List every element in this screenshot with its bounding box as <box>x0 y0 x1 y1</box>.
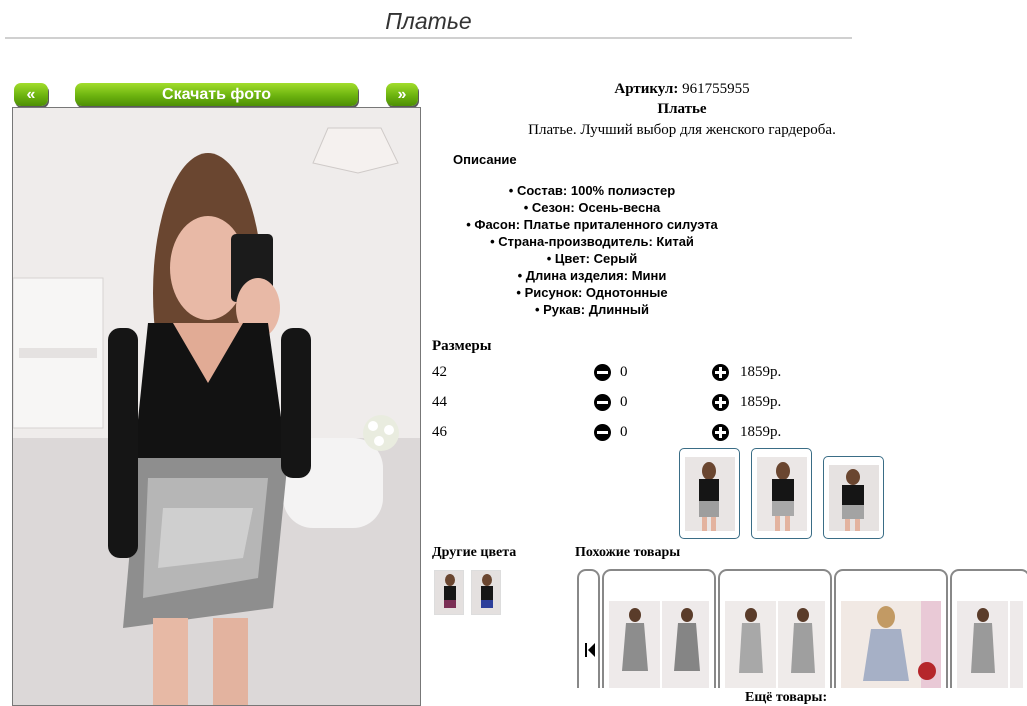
size-row: 42 0 1859р. <box>432 362 812 384</box>
similar-product-card[interactable] <box>718 569 832 688</box>
similar-product-image <box>609 601 709 688</box>
product-tagline: Платье. Лучший выбор для женского гардер… <box>528 122 836 138</box>
size-label: 44 <box>432 394 447 410</box>
other-colors-heading: Другие цвета <box>432 545 517 560</box>
similar-products-heading: Похожие товары <box>575 545 681 560</box>
other-color-thumbnail[interactable] <box>434 570 464 615</box>
download-photo-button[interactable]: Скачать фото <box>75 83 358 106</box>
main-product-photo <box>12 107 421 706</box>
description-item: Сезон: Осень-весна <box>432 199 752 216</box>
page-title: Платье <box>5 6 852 39</box>
similar-product-card[interactable] <box>834 569 948 688</box>
size-row: 46 0 1859р. <box>432 422 812 444</box>
description-item: Страна-производитель: Китай <box>432 233 752 250</box>
photo-thumbnail[interactable] <box>823 456 884 539</box>
product-name: Платье <box>657 101 707 117</box>
description-item: Рисунок: Однотонные <box>432 284 752 301</box>
more-products-label: Ещё товары: <box>745 690 828 705</box>
photo-thumbnail[interactable] <box>679 448 740 539</box>
size-quantity: 0 <box>620 424 628 440</box>
plus-circle-icon[interactable] <box>712 424 729 441</box>
minus-circle-icon[interactable] <box>594 424 611 441</box>
sizes-heading: Размеры <box>432 338 492 354</box>
description-item: Длина изделия: Мини <box>432 267 752 284</box>
carousel-first-button[interactable] <box>577 569 600 688</box>
article-value: 961755955 <box>682 81 750 97</box>
product-info: Артикул: 961755955 Платье Платье. Лучший… <box>432 80 932 141</box>
description-item: Рукав: Длинный <box>432 301 752 318</box>
minus-circle-icon[interactable] <box>594 364 611 381</box>
similar-product-image <box>841 601 941 688</box>
prev-photo-button[interactable]: « <box>14 83 48 106</box>
size-price: 1859р. <box>740 364 782 380</box>
minus-circle-icon[interactable] <box>594 394 611 411</box>
skip-first-icon <box>585 643 595 657</box>
next-photo-button[interactable]: » <box>386 83 418 106</box>
other-color-thumbnail[interactable] <box>471 570 501 615</box>
size-label: 42 <box>432 364 447 380</box>
similar-product-card[interactable] <box>602 569 716 688</box>
description-item: Цвет: Серый <box>432 250 752 267</box>
size-label: 46 <box>432 424 447 440</box>
description-item: Состав: 100% полиэстер <box>432 182 752 199</box>
plus-circle-icon[interactable] <box>712 394 729 411</box>
thumbnail-image <box>829 465 879 531</box>
thumbnail-image <box>685 457 735 531</box>
similar-product-image <box>957 601 1023 688</box>
similar-product-card[interactable] <box>950 569 1027 688</box>
thumbnail-image <box>757 457 807 531</box>
photo-thumbnail[interactable] <box>751 448 812 539</box>
article-label: Артикул: <box>614 81 679 97</box>
description-item: Фасон: Платье приталенного силуэта <box>432 216 752 233</box>
size-price: 1859р. <box>740 394 782 410</box>
description-heading: Описание <box>453 152 517 167</box>
article-line: Артикул: 961755955 <box>432 80 932 99</box>
size-row: 44 0 1859р. <box>432 392 812 414</box>
description-list: Состав: 100% полиэстер Сезон: Осень-весн… <box>432 182 752 318</box>
similar-product-image <box>725 601 825 688</box>
plus-circle-icon[interactable] <box>712 364 729 381</box>
size-quantity: 0 <box>620 394 628 410</box>
size-price: 1859р. <box>740 424 782 440</box>
size-quantity: 0 <box>620 364 628 380</box>
